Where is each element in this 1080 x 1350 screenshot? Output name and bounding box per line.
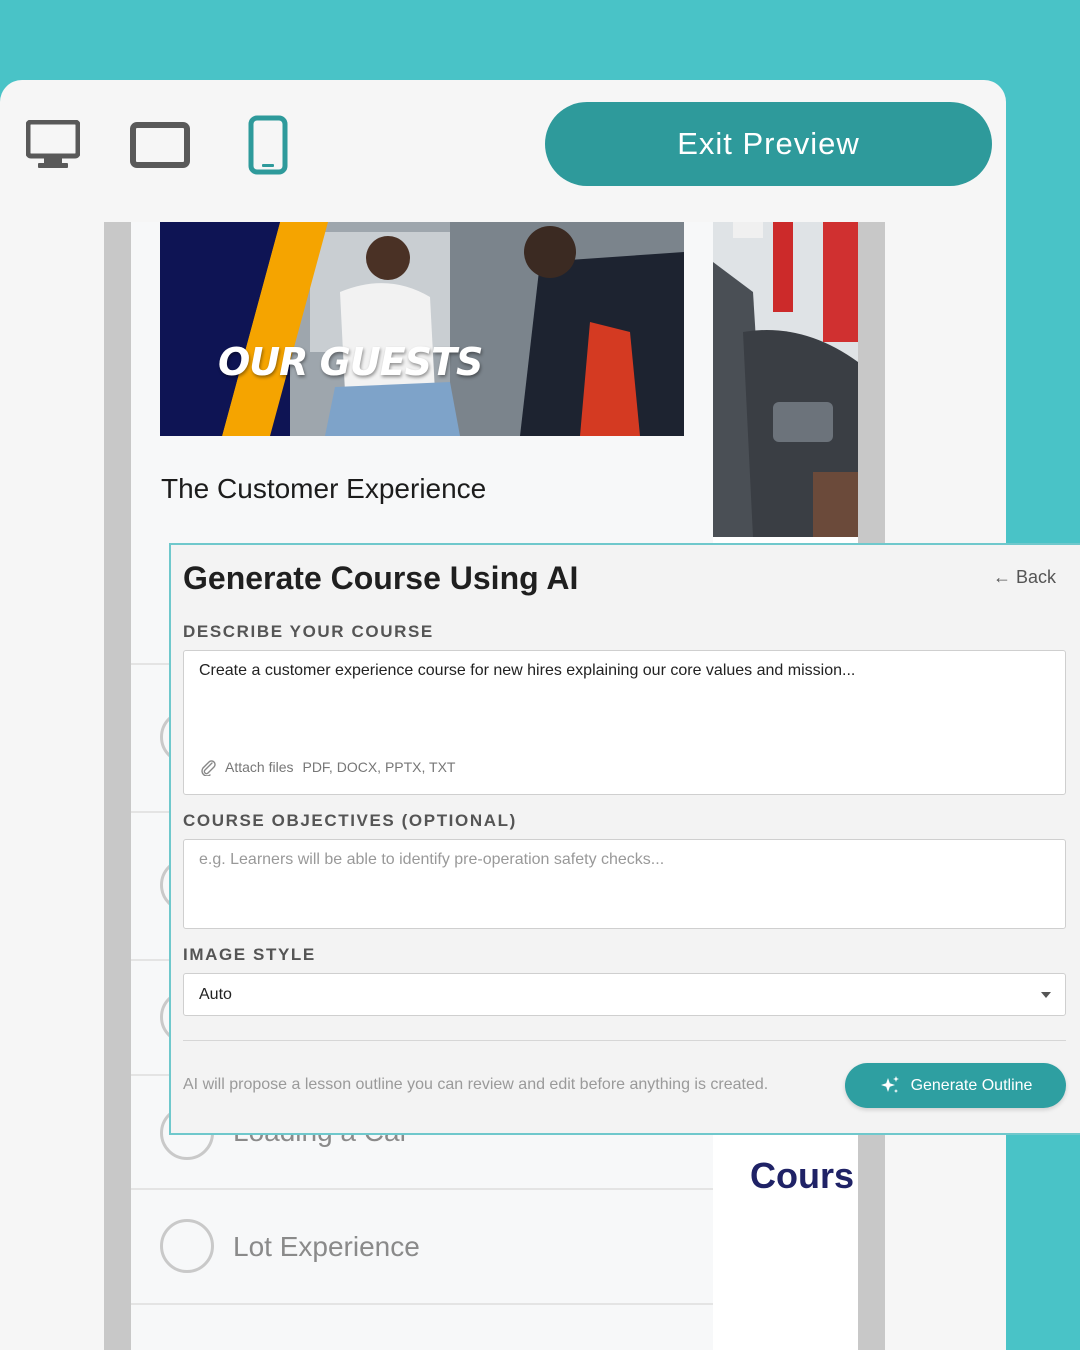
image-style-label: IMAGE STYLE [183, 945, 316, 964]
describe-course-label: DESCRIBE YOUR COURSE [183, 622, 434, 641]
desktop-icon[interactable] [26, 120, 80, 170]
image-style-value: Auto [199, 986, 232, 1003]
image-style-select[interactable]: Auto [183, 973, 1066, 1016]
banner-photo [160, 222, 684, 436]
attach-files-label: Attach files [225, 759, 294, 775]
back-link[interactable]: ← Back [993, 567, 1056, 588]
attach-file-types: PDF, DOCX, PPTX, TXT [302, 759, 456, 775]
car-door-photo [713, 222, 858, 537]
generate-outline-button[interactable]: Generate Outline [845, 1063, 1066, 1108]
course-objectives-label: COURSE OBJECTIVES (OPTIONAL) [183, 811, 517, 830]
course-title: The Customer Experience [161, 473, 487, 504]
lesson-label: Lot Experience [233, 1231, 420, 1262]
describe-course-textarea[interactable]: Create a customer experience course for … [183, 650, 1066, 795]
attach-files-control[interactable]: Attach files PDF, DOCX, PPTX, TXT [199, 758, 455, 776]
lesson-status-circle[interactable] [160, 1219, 214, 1273]
divider [183, 1040, 1066, 1041]
dialog-title: Generate Course Using AI [183, 560, 579, 596]
sparkle-icon [880, 1075, 899, 1093]
dialog-hint-text: AI will propose a lesson outline you can… [183, 1076, 769, 1093]
side-photo [713, 222, 858, 537]
exit-preview-button[interactable]: Exit Preview [545, 102, 992, 186]
lesson-row[interactable] [131, 1303, 713, 1350]
lesson-row[interactable]: Lot Experience [131, 1188, 713, 1303]
generate-outline-label: Generate Outline [910, 1076, 1033, 1094]
course-banner-image: OUR GUESTS [160, 222, 684, 436]
content-heading-fragment: Cours [750, 1155, 855, 1196]
generate-course-dialog: Generate Course Using AI ← Back DESCRIBE… [169, 543, 1080, 1135]
mobile-phone-icon[interactable] [248, 115, 288, 175]
banner-title: OUR GUESTS [218, 340, 483, 384]
course-objectives-textarea[interactable]: e.g. Learners will be able to identify p… [183, 839, 1066, 929]
course-objectives-placeholder: e.g. Learners will be able to identify p… [199, 851, 665, 868]
paperclip-icon [201, 760, 216, 776]
tablet-icon[interactable] [130, 122, 190, 168]
chevron-down-icon [1041, 992, 1051, 998]
describe-course-value: Create a customer experience course for … [199, 662, 856, 679]
